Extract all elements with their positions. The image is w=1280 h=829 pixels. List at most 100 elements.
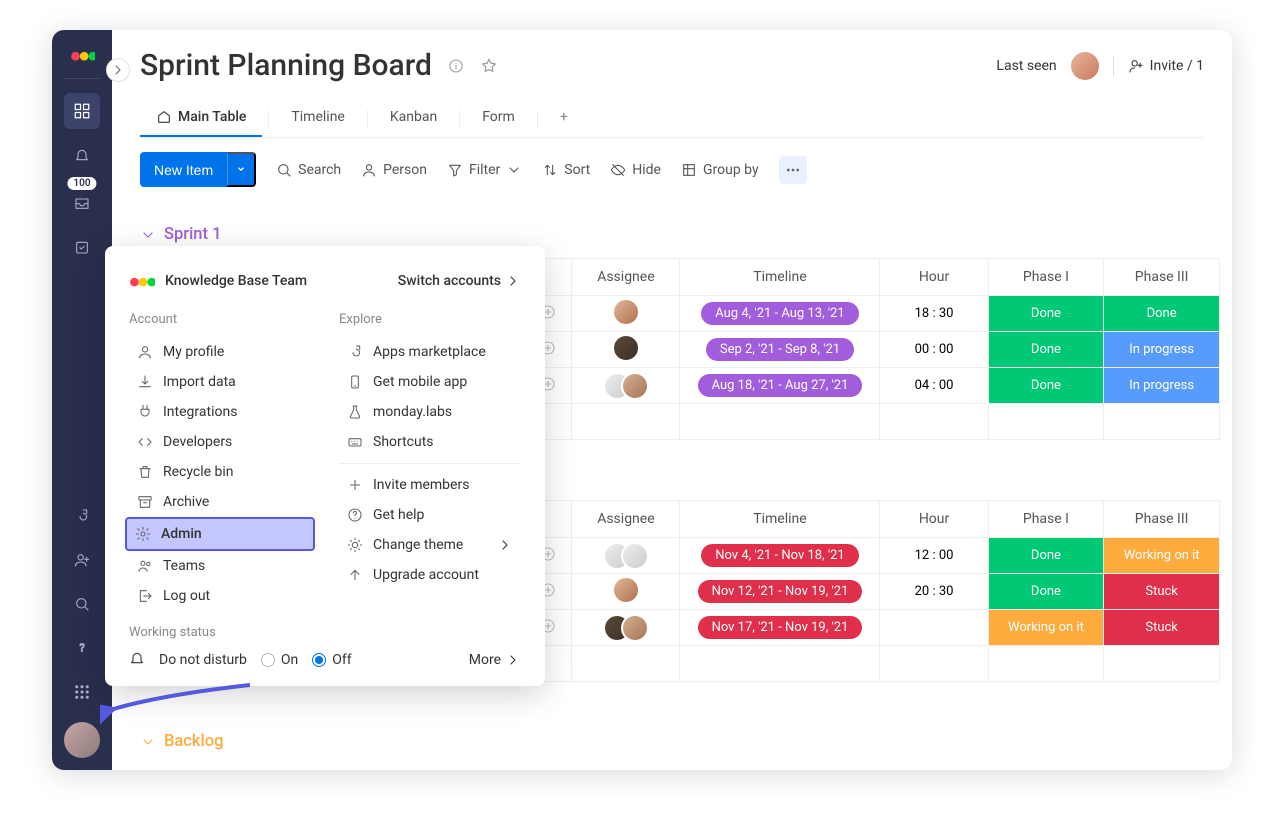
board-title: Sprint Planning Board	[140, 48, 432, 83]
person-filter[interactable]: Person	[361, 162, 427, 178]
plug-icon	[137, 404, 153, 420]
hour-cell[interactable]: 04 : 00	[880, 368, 988, 404]
menu-my-profile[interactable]: My profile	[129, 337, 311, 367]
last-seen-avatar[interactable]	[1071, 52, 1099, 80]
group-title-backlog[interactable]: Backlog	[140, 732, 1232, 751]
keyboard-icon	[347, 434, 363, 450]
assignee-cell[interactable]	[572, 610, 680, 646]
status-on-option[interactable]: On	[261, 652, 298, 668]
col-timeline[interactable]: Timeline	[680, 259, 880, 296]
add-view-button[interactable]: +	[544, 101, 584, 137]
assignee-cell[interactable]	[572, 332, 680, 368]
phase3-cell[interactable]: Done	[1104, 296, 1220, 332]
phase3-cell[interactable]: In progress	[1104, 368, 1220, 404]
hour-cell[interactable]: 20 : 30	[880, 574, 988, 610]
apps-button[interactable]	[64, 498, 100, 534]
menu-shortcuts[interactable]: Shortcuts	[339, 427, 521, 457]
menu-apps-marketplace[interactable]: Apps marketplace	[339, 337, 521, 367]
my-work-button[interactable]	[64, 229, 100, 265]
status-off-option[interactable]: Off	[312, 652, 351, 668]
last-seen-label: Last seen	[996, 58, 1056, 74]
working-status-label: Working status	[129, 625, 521, 640]
search-action[interactable]: Search	[276, 162, 341, 178]
hour-cell[interactable]: 18 : 30	[880, 296, 988, 332]
col-assignee[interactable]: Assignee	[572, 259, 680, 296]
phase3-cell[interactable]: Stuck	[1104, 574, 1220, 610]
hour-cell[interactable]: 00 : 00	[880, 332, 988, 368]
sun-icon	[347, 537, 363, 553]
timeline-cell[interactable]: Aug 4, '21 - Aug 13, '21	[680, 296, 880, 332]
tab-main-table[interactable]: Main Table	[140, 101, 262, 137]
menu-admin[interactable]: Admin	[125, 517, 315, 551]
phase3-cell[interactable]: Stuck	[1104, 610, 1220, 646]
svg-text:?: ?	[79, 641, 84, 654]
tab-timeline[interactable]: Timeline	[275, 101, 360, 137]
assignee-cell[interactable]	[572, 368, 680, 404]
phase1-cell[interactable]: Done	[988, 296, 1104, 332]
tab-form[interactable]: Form	[466, 101, 531, 137]
switch-accounts-button[interactable]: Switch accounts	[398, 273, 521, 289]
status-more-button[interactable]: More	[469, 652, 521, 668]
team-logo	[129, 268, 155, 294]
invite-members-button[interactable]	[64, 542, 100, 578]
annotation-arrow	[100, 680, 250, 750]
timeline-cell[interactable]: Sep 2, '21 - Sep 8, '21	[680, 332, 880, 368]
board-header: Sprint Planning Board Last seen Invite /…	[112, 30, 1232, 138]
menu-get-help[interactable]: Get help	[339, 500, 521, 530]
group-by-action[interactable]: Group by	[681, 162, 759, 178]
tab-kanban[interactable]: Kanban	[374, 101, 453, 137]
invite-button[interactable]: Invite / 1	[1128, 58, 1204, 74]
col-phase1[interactable]: Phase I	[988, 259, 1104, 296]
hide-action[interactable]: Hide	[610, 162, 661, 178]
new-item-button[interactable]: New Item	[140, 152, 227, 187]
more-options-button[interactable]	[779, 156, 807, 184]
search-button[interactable]	[64, 586, 100, 622]
group-title-sprint1[interactable]: Sprint 1	[140, 225, 1232, 244]
phase1-cell[interactable]: Done	[988, 538, 1104, 574]
info-icon[interactable]	[448, 58, 464, 74]
account-section-label: Account	[129, 312, 311, 327]
menu-upgrade[interactable]: Upgrade account	[339, 560, 521, 590]
filter-action[interactable]: Filter	[447, 162, 522, 178]
expand-sidebar-button[interactable]	[106, 58, 130, 82]
hour-cell[interactable]: 12 : 00	[880, 538, 988, 574]
inbox-button[interactable]: 100	[64, 185, 100, 221]
phase3-cell[interactable]: In progress	[1104, 332, 1220, 368]
timeline-cell[interactable]: Nov 4, '21 - Nov 18, '21	[680, 538, 880, 574]
timeline-cell[interactable]: Nov 17, '21 - Nov 19, '21	[680, 610, 880, 646]
phase1-cell[interactable]: Done	[988, 574, 1104, 610]
menu-logout[interactable]: Log out	[129, 581, 311, 611]
phase1-cell[interactable]: Done	[988, 332, 1104, 368]
workspaces-button[interactable]	[64, 93, 100, 129]
explore-section-label: Explore	[339, 312, 521, 327]
menu-teams[interactable]: Teams	[129, 551, 311, 581]
menu-mobile-app[interactable]: Get mobile app	[339, 367, 521, 397]
menu-developers[interactable]: Developers	[129, 427, 311, 457]
phase1-cell[interactable]: Working on it	[988, 610, 1104, 646]
timeline-cell[interactable]: Nov 12, '21 - Nov 19, '21	[680, 574, 880, 610]
phase3-cell[interactable]: Working on it	[1104, 538, 1220, 574]
col-hour[interactable]: Hour	[880, 259, 988, 296]
menu-button[interactable]	[64, 674, 100, 710]
menu-import-data[interactable]: Import data	[129, 367, 311, 397]
menu-invite-members[interactable]: Invite members	[339, 470, 521, 500]
menu-change-theme[interactable]: Change theme	[339, 530, 521, 560]
archive-icon	[137, 494, 153, 510]
col-phase3[interactable]: Phase III	[1104, 259, 1220, 296]
menu-recycle-bin[interactable]: Recycle bin	[129, 457, 311, 487]
assignee-cell[interactable]	[572, 538, 680, 574]
menu-labs[interactable]: monday.labs	[339, 397, 521, 427]
favorite-star-icon[interactable]	[480, 57, 498, 75]
hour-cell[interactable]	[880, 610, 988, 646]
timeline-cell[interactable]: Aug 18, '21 - Aug 27, '21	[680, 368, 880, 404]
help-button[interactable]: ?	[64, 630, 100, 666]
assignee-cell[interactable]	[572, 574, 680, 610]
new-item-dropdown[interactable]	[227, 152, 256, 187]
notifications-button[interactable]	[64, 137, 100, 173]
assignee-cell[interactable]	[572, 296, 680, 332]
sort-action[interactable]: Sort	[542, 162, 590, 178]
menu-integrations[interactable]: Integrations	[129, 397, 311, 427]
profile-avatar[interactable]	[64, 722, 100, 758]
phase1-cell[interactable]: Done	[988, 368, 1104, 404]
menu-archive[interactable]: Archive	[129, 487, 311, 517]
